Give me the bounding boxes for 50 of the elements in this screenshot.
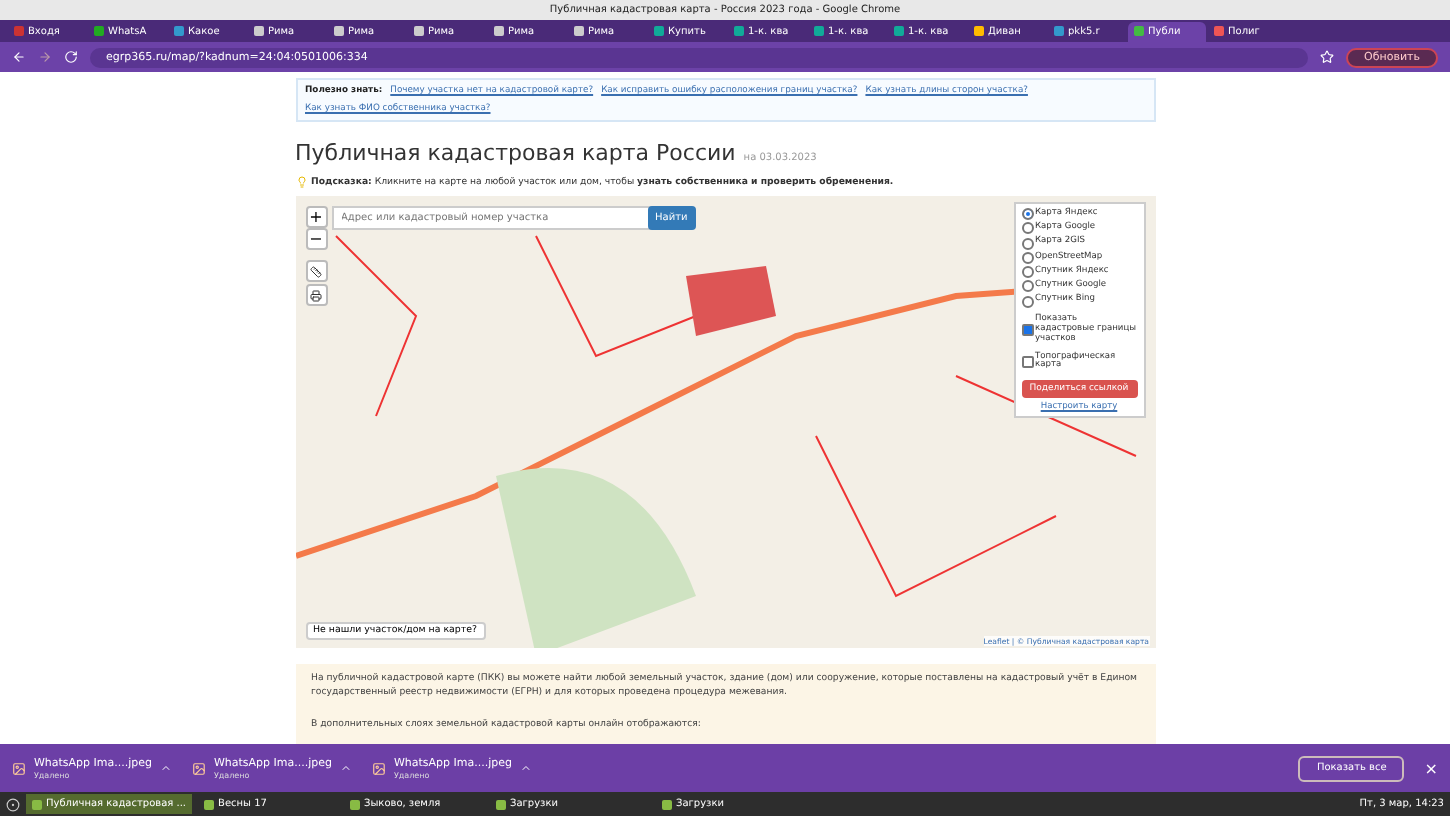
site-icon [414, 26, 424, 36]
zoom-out-button[interactable]: − [305, 228, 327, 250]
ruler-button[interactable] [305, 260, 327, 282]
site-icon [814, 26, 824, 36]
site-icon [1214, 26, 1224, 36]
radio-button[interactable] [1021, 251, 1033, 264]
radio-button[interactable] [1021, 295, 1033, 308]
radio-button[interactable] [1021, 280, 1033, 293]
page-title: Публичная кадастровая карта России [295, 140, 736, 166]
caret-icon[interactable] [340, 762, 352, 774]
printer-icon [310, 289, 322, 301]
image-file-icon [12, 761, 26, 775]
site-icon [1134, 26, 1144, 36]
back-icon[interactable] [12, 50, 26, 64]
window-icon [662, 799, 673, 809]
site-icon [1054, 26, 1064, 36]
radio-button[interactable] [1021, 237, 1033, 250]
checkbox[interactable] [1021, 324, 1033, 337]
site-icon [894, 26, 904, 36]
caret-icon[interactable] [520, 762, 532, 774]
caret-icon[interactable] [160, 762, 172, 774]
print-button[interactable] [305, 284, 327, 306]
site-icon [334, 26, 344, 36]
radio-button[interactable] [1021, 208, 1033, 220]
lightbulb-icon [295, 176, 307, 188]
window-icon [350, 799, 361, 809]
site-icon [94, 26, 104, 36]
checkbox[interactable] [1021, 356, 1033, 369]
site-icon [734, 26, 744, 36]
radio-button[interactable] [1021, 222, 1033, 235]
site-icon [14, 26, 24, 36]
window-icon [204, 799, 215, 809]
image-file-icon [192, 761, 206, 775]
ruler-icon [310, 265, 322, 277]
site-icon [174, 26, 184, 36]
image-file-icon [372, 761, 386, 775]
star-icon[interactable] [1320, 50, 1335, 64]
forward-icon[interactable] [38, 50, 52, 64]
start-menu-icon[interactable] [6, 797, 20, 811]
window-icon [496, 799, 507, 809]
site-icon [974, 26, 984, 36]
window-icon [32, 799, 42, 809]
reload-icon[interactable] [64, 50, 78, 64]
site-icon [654, 26, 664, 36]
radio-button[interactable] [1021, 266, 1033, 279]
close-button[interactable]: × [1424, 759, 1438, 777]
site-icon [254, 26, 264, 36]
zoom-in-button[interactable]: + [305, 206, 327, 228]
site-icon [574, 26, 584, 36]
site-icon [494, 26, 504, 36]
